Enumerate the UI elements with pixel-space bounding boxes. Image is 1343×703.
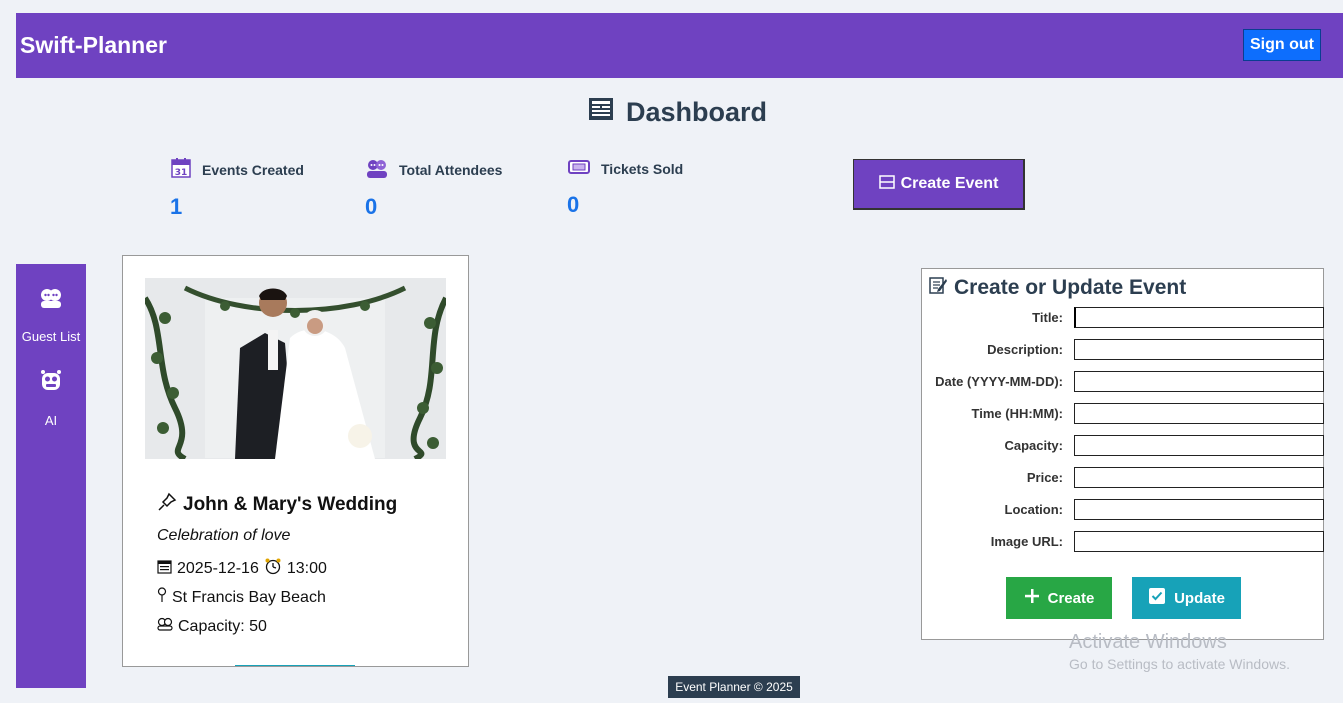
sidebar-item-guest-list[interactable]: Guest List (16, 286, 86, 344)
event-capacity: Capacity: 50 (157, 617, 267, 636)
stat-value: 0 (567, 192, 580, 217)
brand-title: Swift-Planner (20, 32, 167, 58)
create-button-label: Create (1047, 589, 1095, 607)
update-button[interactable]: Update (1132, 577, 1241, 619)
image-url-label: Image URL: (990, 534, 1063, 549)
form-row-price: Price: (922, 467, 1325, 489)
calendar-small-icon (157, 559, 172, 579)
stat-label: Events Created (202, 161, 304, 178)
sidebar-item-label: Guest List (21, 329, 81, 344)
alarm-clock-icon (264, 557, 282, 580)
form-row-title: Title: (922, 307, 1325, 329)
capacity-input[interactable] (1074, 435, 1324, 456)
stat-tickets-sold: Tickets Sold 0 (567, 157, 683, 218)
price-label: Price: (1026, 470, 1063, 485)
guests-icon (38, 286, 64, 313)
description-input[interactable] (1074, 339, 1324, 360)
form-row-date: Date (YYYY-MM-DD): (922, 371, 1325, 393)
event-location: St Francis Bay Beach (157, 587, 326, 608)
event-title-text: John & Mary's Wedding (183, 494, 398, 515)
event-description: Celebration of love (157, 527, 291, 544)
stat-label: Tickets Sold (601, 160, 684, 177)
page-title: Dashboard (588, 96, 767, 129)
event-form-panel: Create or Update Event Title: Descriptio… (921, 268, 1324, 640)
location-pin-icon (157, 587, 167, 608)
dashboard-icon (588, 96, 616, 129)
title-input[interactable] (1074, 307, 1324, 328)
pushpin-icon (157, 492, 177, 518)
plus-icon (1024, 588, 1040, 608)
time-input[interactable] (1074, 403, 1324, 424)
calendar-icon: 31 (170, 157, 192, 182)
robot-icon (38, 368, 64, 397)
sidebar-item-label: AI (44, 413, 58, 428)
date-label: Date (YYYY-MM-DD): (935, 374, 1063, 389)
sign-out-button[interactable]: Sign out (1243, 29, 1321, 61)
description-label: Description: (987, 342, 1063, 357)
memo-icon (928, 275, 948, 301)
event-image (145, 278, 446, 459)
people-icon (365, 157, 389, 182)
create-button[interactable]: Create (1006, 577, 1112, 619)
sidebar: Guest List AI (16, 264, 86, 688)
location-label: Location: (1004, 502, 1064, 517)
svg-text:31: 31 (175, 168, 188, 178)
form-row-location: Location: (922, 499, 1325, 521)
event-datetime: 2025-12-16 13:00 (157, 557, 327, 580)
card-action-button[interactable] (235, 665, 355, 666)
top-bar: Swift-Planner Sign out (16, 13, 1343, 78)
checkbox-icon (1148, 587, 1166, 609)
form-row-description: Description: (922, 339, 1325, 361)
create-event-button[interactable]: Create Event (853, 159, 1025, 210)
form-title-text: Create or Update Event (954, 276, 1187, 299)
date-input[interactable] (1074, 371, 1324, 392)
form-row-time: Time (HH:MM): (922, 403, 1325, 425)
form-title: Create or Update Event (928, 275, 1186, 301)
ticket-icon (567, 157, 591, 180)
activate-windows-title: Activate Windows (1069, 631, 1227, 653)
stat-label: Total Attendees (399, 161, 503, 178)
stat-events-created: 31 Events Created 1 (170, 157, 304, 220)
people-small-icon (157, 617, 173, 636)
form-row-capacity: Capacity: (922, 435, 1325, 457)
event-card: John & Mary's Wedding Celebration of lov… (122, 255, 469, 667)
dashboard-title-text: Dashboard (626, 97, 768, 127)
title-label: Title: (1032, 310, 1063, 325)
time-label: Time (HH:MM): (971, 406, 1063, 421)
event-time: 13:00 (286, 559, 327, 577)
location-input[interactable] (1074, 499, 1324, 520)
capacity-label: Capacity: (1004, 438, 1063, 453)
image-url-input[interactable] (1074, 531, 1324, 552)
event-date: 2025-12-16 (177, 559, 259, 577)
stat-value: 1 (170, 194, 183, 219)
form-icon (878, 174, 895, 195)
event-capacity-text: Capacity: 50 (178, 617, 267, 635)
price-input[interactable] (1074, 467, 1324, 488)
footer: Event Planner © 2025 (668, 676, 800, 698)
event-location-text: St Francis Bay Beach (172, 588, 326, 606)
form-row-image-url: Image URL: (922, 531, 1325, 553)
create-event-label: Create Event (900, 175, 999, 192)
sidebar-item-ai[interactable]: AI (16, 368, 86, 428)
activate-windows-subtitle: Go to Settings to activate Windows. (1069, 656, 1290, 672)
stat-total-attendees: Total Attendees 0 (365, 157, 502, 220)
stat-value: 0 (365, 194, 378, 219)
update-button-label: Update (1174, 589, 1225, 607)
event-title: John & Mary's Wedding (157, 492, 397, 518)
